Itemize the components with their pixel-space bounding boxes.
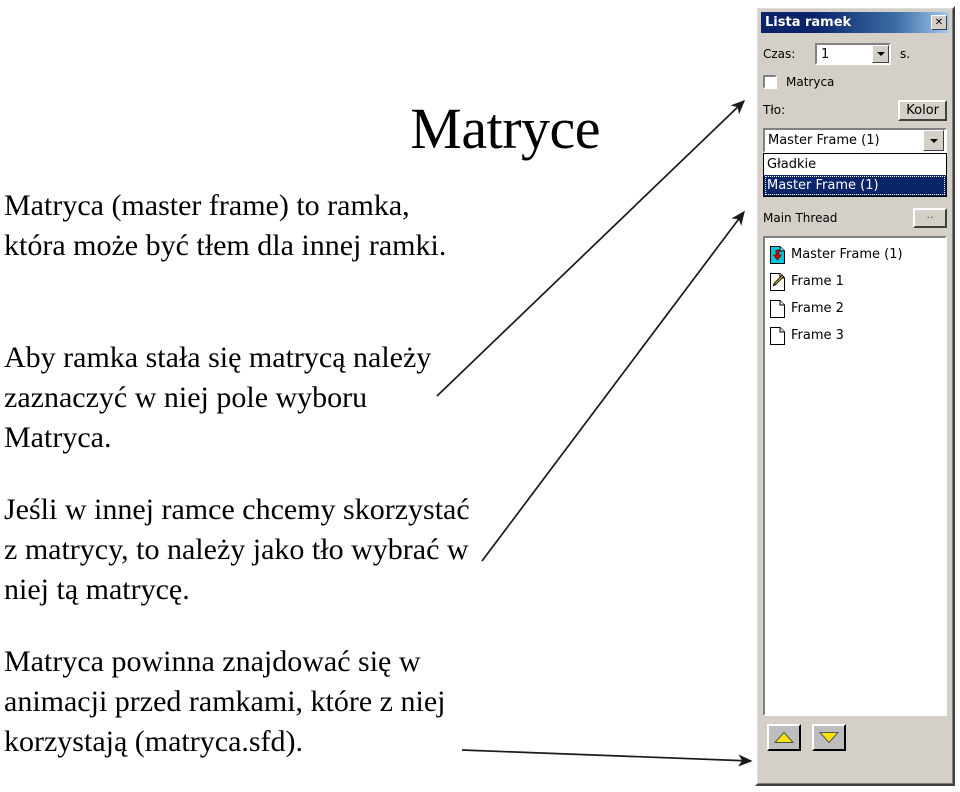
dropdown-option-gladkie[interactable]: Gładkie — [764, 154, 946, 175]
master-checkbox-label: Matryca — [786, 75, 835, 89]
close-icon[interactable]: ✕ — [931, 15, 947, 30]
color-button[interactable]: Kolor — [898, 99, 947, 121]
background-row: Tło: Kolor — [761, 99, 949, 121]
slide-paragraph-2: Aby ramka stała się matrycą należy zazna… — [4, 341, 432, 454]
master-frame-icon — [770, 245, 785, 264]
frame-icon — [770, 326, 785, 345]
background-combo-value: Master Frame (1) — [768, 133, 880, 148]
thread-label: Main Thread — [763, 211, 838, 225]
move-down-button[interactable] — [812, 724, 846, 751]
time-combo[interactable]: 1 — [815, 43, 891, 65]
background-dropdown-list[interactable]: Gładkie Master Frame (1) — [763, 153, 947, 197]
background-label: Tło: — [763, 103, 786, 117]
triangle-down-icon — [818, 732, 840, 744]
dialog-inner-panel: Lista ramek ✕ Czas: 1 s. Matryca Tło: Ko… — [757, 8, 953, 784]
slide-content: Matryce Matryca (master frame) to ramka,… — [0, 0, 760, 792]
time-row: Czas: 1 s. — [761, 42, 949, 66]
time-label: Czas: — [763, 47, 796, 61]
triangle-up-icon — [773, 731, 795, 743]
slide-paragraph-4: Matryca powinna znajdować się w animacji… — [4, 645, 446, 758]
list-item-label: Frame 3 — [791, 328, 844, 343]
slide-paragraph-1: Matryca (master frame) to ramka, która m… — [4, 189, 447, 262]
list-item[interactable]: Master Frame (1) — [767, 241, 943, 268]
time-unit-label: s. — [900, 47, 911, 61]
chevron-down-icon[interactable] — [923, 130, 944, 151]
dialog-title: Lista ramek — [765, 15, 852, 30]
edited-frame-icon — [770, 272, 785, 291]
frame-icon — [770, 299, 785, 318]
master-checkbox[interactable] — [763, 75, 777, 89]
move-buttons-row — [767, 724, 947, 751]
dropdown-option-master-frame[interactable]: Master Frame (1) — [764, 175, 946, 196]
list-item[interactable]: Frame 3 — [767, 322, 943, 349]
thread-row: Main Thread .. — [761, 207, 949, 229]
dialog-titlebar[interactable]: Lista ramek ✕ — [761, 12, 949, 33]
list-item-label: Frame 1 — [791, 274, 844, 289]
list-item[interactable]: Frame 2 — [767, 295, 943, 322]
thread-browse-button[interactable]: .. — [913, 208, 947, 228]
list-item[interactable]: Frame 1 — [767, 268, 943, 295]
list-item-label: Master Frame (1) — [791, 247, 903, 262]
background-combo[interactable]: Master Frame (1) — [763, 128, 947, 153]
time-value[interactable]: 1 — [817, 47, 872, 62]
move-up-button[interactable] — [767, 724, 801, 751]
master-checkbox-row[interactable]: Matryca — [761, 73, 949, 91]
frame-list-dialog: Lista ramek ✕ Czas: 1 s. Matryca Tło: Ko… — [755, 6, 955, 786]
slide-paragraph-3: Jeśli w innej ramce chcemy skorzystać z … — [4, 493, 470, 606]
list-item-label: Frame 2 — [791, 301, 844, 316]
page-title: Matryce — [410, 96, 600, 161]
frame-listbox[interactable]: Master Frame (1) Frame 1 Frame 2 Frame 3 — [763, 236, 947, 716]
chevron-down-icon[interactable] — [872, 45, 889, 63]
